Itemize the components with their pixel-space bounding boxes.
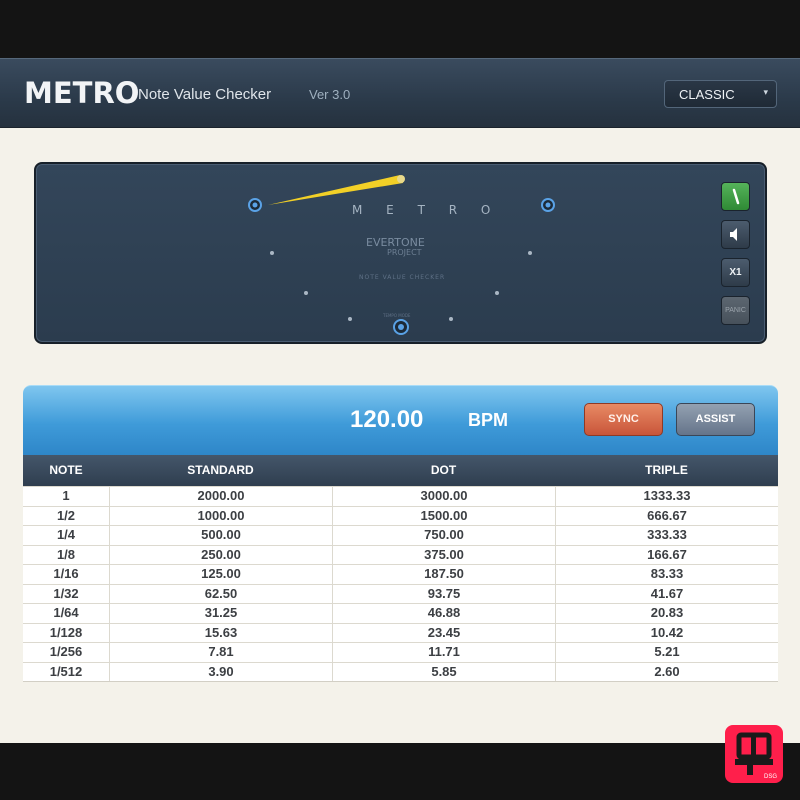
note-value-table: 1 2000.00 3000.00 1333.33 1/2 1000.00 15… bbox=[23, 486, 778, 682]
triple-cell: 83.33 bbox=[555, 565, 778, 584]
meter-dot bbox=[449, 317, 453, 321]
app-window: METRO Note Value Checker Ver 3.0 CLASSIC… bbox=[0, 0, 800, 800]
note-cell: 1/32 bbox=[53, 585, 79, 601]
triple-cell: 166.67 bbox=[555, 545, 778, 564]
note-cell: 1 bbox=[62, 488, 70, 503]
table-row: 1/512 3.90 5.85 2.60 bbox=[23, 661, 778, 681]
table-row: 1 2000.00 3000.00 1333.33 bbox=[23, 486, 778, 506]
triple-cell: 2.60 bbox=[555, 662, 778, 681]
dot-cell: 750.00 bbox=[332, 526, 555, 545]
speaker-icon bbox=[730, 228, 737, 241]
meter-needle-tip bbox=[397, 175, 405, 183]
bpm-bar: 120.00 BPM SYNC ASSIST bbox=[23, 385, 778, 455]
standard-cell: 31.25 bbox=[109, 604, 332, 623]
triple-cell: 333.33 bbox=[555, 526, 778, 545]
meter-dot bbox=[270, 251, 274, 255]
dot-cell: 11.71 bbox=[332, 643, 555, 662]
badge-text: DSG bbox=[763, 774, 777, 780]
note-cell: 1/512 bbox=[49, 663, 83, 679]
dot-cell: 5.85 bbox=[332, 662, 555, 681]
standard-cell: 3.90 bbox=[109, 662, 332, 681]
standard-cell: 1000.00 bbox=[109, 506, 332, 525]
standard-cell: 15.63 bbox=[109, 623, 332, 642]
table-row: 1/256 7.81 11.71 5.21 bbox=[23, 642, 778, 662]
table-row: 1/2 1000.00 1500.00 666.67 bbox=[23, 505, 778, 525]
dot-cell: 46.88 bbox=[332, 604, 555, 623]
metronome-button[interactable] bbox=[721, 182, 750, 211]
dot-cell: 187.50 bbox=[332, 565, 555, 584]
app-subtitle: Note Value Checker bbox=[138, 86, 272, 103]
meter-panel: M E T R O EVERTONE PROJECT NOTE VALUE CH… bbox=[34, 162, 767, 344]
note-cell: 1/4 bbox=[56, 527, 76, 542]
triple-cell: 20.83 bbox=[555, 604, 778, 623]
dot-cell: 1500.00 bbox=[332, 506, 555, 525]
bpm-unit: BPM bbox=[468, 410, 508, 430]
metronome-icon bbox=[732, 188, 740, 205]
meter-needle bbox=[268, 175, 403, 205]
sync-button[interactable]: SYNC bbox=[584, 403, 663, 436]
meter-lamp-center bbox=[398, 324, 404, 330]
column-header-dot: DOT bbox=[430, 463, 457, 477]
table-row: 1/32 62.50 93.75 41.67 bbox=[23, 583, 778, 603]
table-row: 1/16 125.00 187.50 83.33 bbox=[23, 564, 778, 584]
standard-cell: 2000.00 bbox=[109, 487, 332, 506]
meter-lamp-left bbox=[252, 202, 258, 208]
triple-cell: 1333.33 bbox=[555, 487, 778, 506]
note-cell: 1/8 bbox=[56, 546, 76, 562]
standard-cell: 500.00 bbox=[109, 526, 332, 545]
dot-cell: 375.00 bbox=[332, 545, 555, 564]
note-cell: 1/64 bbox=[53, 605, 79, 620]
chevron-down-icon: ▾ bbox=[763, 87, 768, 97]
meter-tempo-label: TEMPO MODE bbox=[383, 313, 411, 318]
note-cell: 1/128 bbox=[49, 624, 83, 640]
standard-cell: 62.50 bbox=[109, 584, 332, 603]
standard-cell: 7.81 bbox=[109, 643, 332, 662]
triple-cell: 10.42 bbox=[555, 623, 778, 642]
note-cell: 1/256 bbox=[49, 644, 83, 659]
assist-button[interactable]: ASSIST bbox=[676, 403, 755, 436]
table-row: 1/4 500.00 750.00 333.33 bbox=[23, 525, 778, 545]
meter-logo-line2: PROJECT bbox=[387, 248, 422, 257]
meter-brand: M E T R O bbox=[352, 203, 501, 217]
mode-select-value: CLASSIC bbox=[679, 87, 735, 102]
table-row: 1/8 250.00 375.00 166.67 bbox=[23, 544, 778, 564]
x1-button[interactable]: X1 bbox=[721, 258, 750, 287]
note-cell: 1/2 bbox=[56, 507, 76, 523]
table-row: 1/128 15.63 23.45 10.42 bbox=[23, 622, 778, 642]
meter-lamp-right bbox=[545, 202, 551, 208]
column-header-triple: TRIPLE bbox=[645, 463, 688, 477]
app-header: METRO Note Value Checker Ver 3.0 CLASSIC… bbox=[0, 58, 800, 128]
table-row: 1/64 31.25 46.88 20.83 bbox=[23, 603, 778, 623]
table-header: NOTE STANDARD DOT TRIPLE bbox=[23, 455, 778, 486]
dot-cell: 93.75 bbox=[332, 584, 555, 603]
note-cell: 1/16 bbox=[53, 566, 79, 581]
meter-dot bbox=[348, 317, 352, 321]
app-title: METRO bbox=[24, 76, 140, 110]
meter-dot bbox=[495, 291, 499, 295]
column-header-note: NOTE bbox=[49, 463, 83, 477]
triple-cell: 41.67 bbox=[555, 584, 778, 603]
panic-button[interactable]: PANIC bbox=[721, 296, 750, 325]
dot-cell: 23.45 bbox=[332, 623, 555, 642]
mode-select[interactable]: CLASSIC ▾ bbox=[664, 80, 777, 108]
column-header-standard: STANDARD bbox=[187, 463, 254, 477]
meter-dot bbox=[528, 251, 532, 255]
standard-cell: 125.00 bbox=[109, 565, 332, 584]
bpm-value[interactable]: 120.00 bbox=[350, 406, 423, 434]
triple-cell: 666.67 bbox=[555, 506, 778, 525]
triple-cell: 5.21 bbox=[555, 643, 778, 662]
brand-badge: DSG bbox=[725, 725, 783, 783]
app-version: Ver 3.0 bbox=[309, 87, 351, 102]
meter-subtitle: NOTE VALUE CHECKER bbox=[359, 274, 446, 281]
sound-button[interactable] bbox=[721, 220, 750, 249]
meter-dot bbox=[304, 291, 308, 295]
dot-cell: 3000.00 bbox=[332, 487, 555, 506]
standard-cell: 250.00 bbox=[109, 545, 332, 564]
